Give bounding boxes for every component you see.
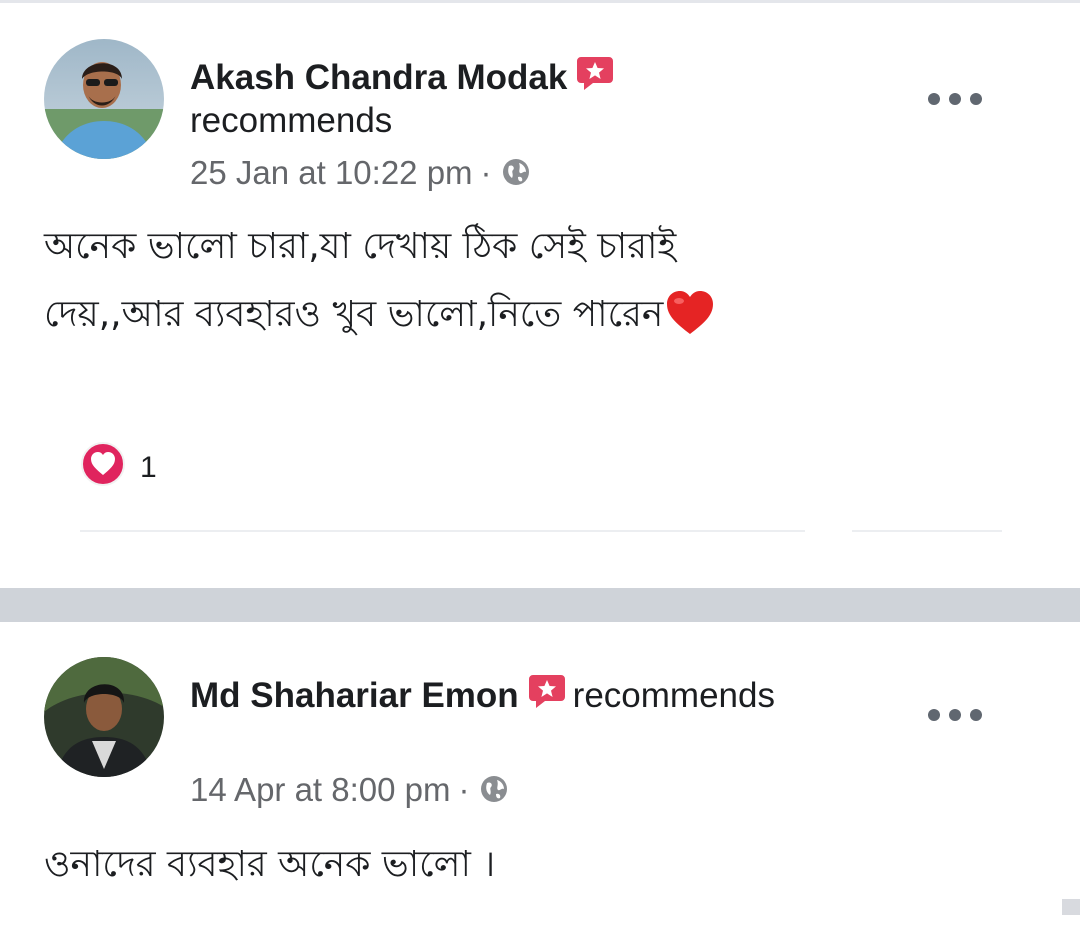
scroll-indicator xyxy=(1062,899,1080,915)
dot-icon xyxy=(949,93,961,105)
action-divider xyxy=(852,530,1002,532)
dot-icon xyxy=(949,709,961,721)
more-options-button[interactable] xyxy=(928,705,982,725)
author-line: Md Shahariar Emon recommends xyxy=(190,671,775,722)
globe-icon xyxy=(478,772,510,816)
author-name[interactable]: Md Shahariar Emon xyxy=(190,676,519,715)
post-text: ওনাদের ব্যবহার অনেক ভালো । xyxy=(44,831,1044,899)
avatar[interactable] xyxy=(44,39,164,159)
dot-icon xyxy=(928,93,940,105)
recommends-label: recommends xyxy=(190,101,393,140)
recommend-badge-icon xyxy=(527,671,567,722)
action-divider xyxy=(80,530,805,532)
post-text-line: ওনাদের ব্যবহার অনেক ভালো । xyxy=(44,844,496,885)
globe-icon xyxy=(500,155,532,199)
timestamp[interactable]: 14 Apr at 8:00 pm xyxy=(190,771,451,808)
red-heart-icon xyxy=(665,290,715,359)
post-meta: 25 Jan at 10:22 pm · xyxy=(190,151,532,199)
feed-separator xyxy=(0,588,1080,622)
dot-icon xyxy=(970,709,982,721)
meta-separator: · xyxy=(480,154,492,191)
reaction-count: 1 xyxy=(140,451,157,484)
recommend-badge-icon xyxy=(575,53,615,104)
post-text: অনেক ভালো চারা,যা দেখায় ঠিক সেই চারাই দ… xyxy=(44,213,1044,359)
post-text-line-wrap: দেয়,,আর ব্যবহারও খুব ভালো,নিতে পারেন xyxy=(44,281,1044,359)
dot-icon xyxy=(970,93,982,105)
author-name[interactable]: Akash Chandra Modak xyxy=(190,58,567,97)
avatar[interactable] xyxy=(44,657,164,777)
reaction-summary[interactable]: 1 xyxy=(80,442,157,491)
post-meta: 14 Apr at 8:00 pm · xyxy=(190,768,510,816)
recommendation-post: Akash Chandra Modak recommends 25 Jan at… xyxy=(0,3,1080,588)
recommendation-post: Md Shahariar Emon recommends 14 Apr at 8… xyxy=(0,622,1080,951)
author-line: Akash Chandra Modak xyxy=(190,53,621,104)
post-text-line: দেয়,,আর ব্যবহারও খুব ভালো,নিতে পারেন xyxy=(44,294,664,335)
post-text-line: অনেক ভালো চারা,যা দেখায় ঠিক সেই চারাই xyxy=(44,226,677,267)
love-reaction-icon xyxy=(80,441,126,495)
timestamp[interactable]: 25 Jan at 10:22 pm xyxy=(190,154,473,191)
recommends-label: recommends xyxy=(572,676,775,715)
meta-separator: · xyxy=(458,771,470,808)
dot-icon xyxy=(928,709,940,721)
more-options-button[interactable] xyxy=(928,89,982,109)
